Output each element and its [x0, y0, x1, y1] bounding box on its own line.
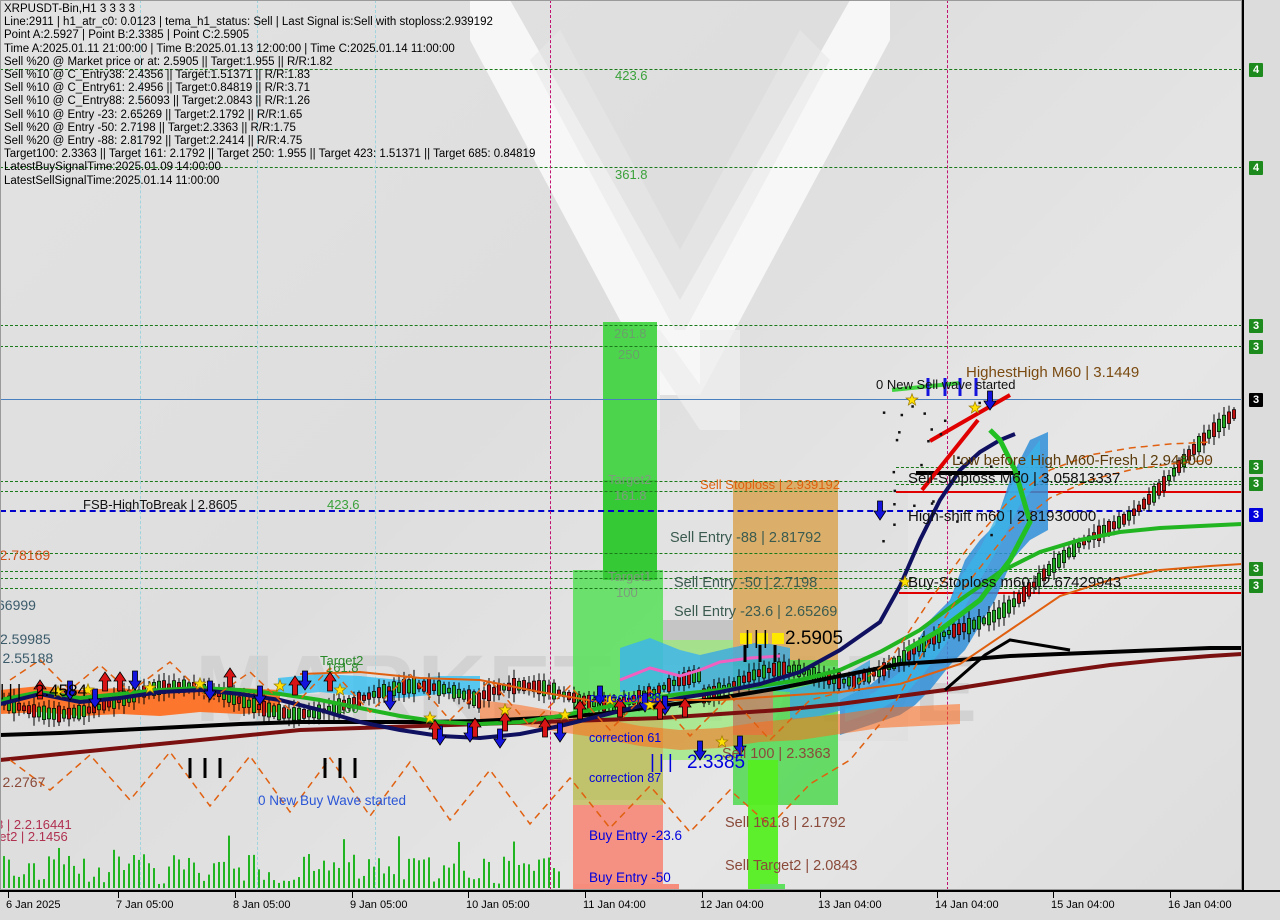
time-axis-label: 7 Jan 05:00: [116, 899, 174, 911]
time-tick-mark: [1170, 892, 1171, 898]
tick-glyphs-c: |||: [745, 628, 772, 649]
time-tick-mark: [937, 892, 938, 898]
time-axis-label: 11 Jan 04:00: [583, 899, 646, 911]
clipped-price-255188: | 2.55188: [2, 650, 54, 666]
fib-label-3618-top: 361.8: [615, 167, 648, 182]
fib-label-2618: 261.8: [614, 326, 647, 341]
tick-glyphs-b: |||: [650, 752, 677, 773]
header-line-3: Point A:2.5927 | Point B:2.3385 | Point …: [4, 29, 250, 42]
fib-label-250: 250: [618, 347, 640, 362]
fib-label-4236-top: 423.6: [615, 68, 648, 83]
level-label-sell-entry-236: Sell Entry -23.6 | 2.65269: [674, 604, 838, 620]
level-label-sell-entry-50: Sell Entry -50 | 2.7198: [674, 575, 818, 591]
header-line-13: LatestBuySignalTime:2025.01.09 14:00:00: [4, 161, 221, 174]
level-label-sell-1618: Sell 161.8 | 2.1792: [725, 815, 846, 831]
annotation-price-c: 2.5905: [785, 628, 844, 649]
level-label-buy-entry-236: Buy Entry -23.6: [589, 828, 683, 843]
header-line-4: Time A:2025.01.11 21:00:00 | Time B:2025…: [4, 42, 455, 55]
clipped-price-21456: get2 | 2.1456: [0, 829, 68, 844]
clipped-price-24584: 2.4584: [35, 681, 87, 700]
time-axis-label: 9 Jan 05:00: [350, 899, 408, 911]
header-line-14: LatestSellSignalTime:2025.01.14 11:00:00: [4, 174, 220, 187]
fib-label-target1: Target1: [608, 569, 652, 584]
price-tag-3-a: 3: [1249, 319, 1264, 333]
annotation-new-sell-wave: 0 New Sell wave started: [876, 377, 1016, 392]
level-label-high-shift-m60: High-shift m60 | 2.81930000: [908, 508, 1097, 525]
fib-label-100: 100: [616, 585, 638, 600]
header-line-11: Sell %20 @ Entry -88: 2.81792 || Target:…: [4, 135, 303, 148]
header-line-6: Sell %10 @ C_Entry38: 2.4356 || Target:1…: [4, 69, 310, 82]
header-line-5: Sell %20 @ Market price or at: 2.5905 ||…: [4, 55, 333, 68]
fib-label-target2: Target2: [608, 472, 652, 487]
level-label-sell-target2: Sell Target2 | 2.0843: [725, 858, 858, 874]
header-line-10: Sell %20 @ Entry -50: 2.7198 || Target:2…: [4, 121, 296, 134]
header-line-9: Sell %10 @ Entry -23: 2.65269 || Target:…: [4, 108, 303, 121]
header-line-12: Target100: 2.3363 || Target 161: 2.1792 …: [4, 148, 536, 161]
fib-label-1618: 161.8: [614, 488, 647, 503]
fib-label-100-left: 100: [337, 701, 359, 716]
time-tick-mark: [118, 892, 119, 898]
chart-screenshot: MARKET TRADE: [0, 0, 1280, 920]
price-axis[interactable]: 4 4 3 3 3 3 3 3 3 3: [1242, 0, 1280, 890]
price-tag-3-f: 3: [1249, 508, 1264, 522]
level-label-sell-entry-88: Sell Entry -88 | 2.81792: [670, 530, 822, 546]
price-tag-3-g: 3: [1249, 562, 1264, 576]
clipped-price-259985: 2.59985: [0, 631, 51, 647]
time-tick-mark: [8, 892, 9, 898]
tick-glyphs-a: |||: [0, 681, 26, 700]
fib-label-4236-left: 423.6: [327, 497, 360, 512]
time-tick-mark: [702, 892, 703, 898]
header-line-2: Line:2911 | h1_atr_c0: 0.0123 | tema_h1_…: [4, 16, 493, 29]
price-tag-4-a: 4: [1249, 63, 1264, 77]
header-line-7: Sell %10 @ C_Entry61: 2.4956 || Target:0…: [4, 82, 310, 95]
header-line-8: Sell %10 @ C_Entry88: 2.56093 || Target:…: [4, 95, 310, 108]
annotation-price-b: 2.3385: [687, 752, 746, 773]
time-tick-mark: [235, 892, 236, 898]
price-tag-3-e: 3: [1249, 477, 1264, 491]
level-label-sell-stoploss: Sell Stoploss | 2.939192: [700, 477, 840, 492]
clipped-price-278169: | 2.78169: [0, 547, 51, 563]
time-tick-mark: [352, 892, 353, 898]
price-tag-3-b: 3: [1249, 340, 1264, 354]
time-tick-mark: [468, 892, 469, 898]
fib-label-1618-left: 161.8: [326, 660, 359, 675]
level-label-correction-38: correction 38: [589, 691, 662, 705]
level-label-lowbeforehigh: Low before High M60-Fresh | 2.946000: [952, 452, 1213, 469]
price-tag-3-h: 3: [1249, 579, 1264, 593]
time-axis-label: 15 Jan 04:00: [1051, 899, 1115, 911]
level-label-buy-stoploss-m60: Buy-Stoploss m60 | 2.67429943: [908, 574, 1122, 591]
time-axis-label: 8 Jan 05:00: [233, 899, 291, 911]
level-label-buy-entry-50: Buy Entry -50: [589, 870, 671, 885]
time-axis-label: 10 Jan 05:00: [466, 899, 530, 911]
time-tick-mark: [1053, 892, 1054, 898]
level-label-correction-61: correction 61: [589, 731, 662, 745]
clipped-price-22767: | 2.2767: [2, 774, 46, 790]
time-axis-label: 13 Jan 04:00: [818, 899, 882, 911]
time-axis[interactable]: 6 Jan 2025 7 Jan 05:00 8 Jan 05:00 9 Jan 05…: [0, 890, 1280, 920]
header-line-1: XRPUSDT-Bin,H1 3 3 3 3: [4, 3, 136, 15]
time-tick-mark: [585, 892, 586, 898]
price-tag-4-b: 4: [1249, 161, 1264, 175]
price-tag-3-d: 3: [1249, 460, 1264, 474]
level-label-fsb-hightobreak: FSB-HighToBreak | 2.8605: [83, 497, 238, 512]
annotation-new-buy-wave: 0 New Buy Wave started: [258, 793, 407, 808]
chart-info-header: XRPUSDT-Bin,H1 3 3 3 3 Line:2911 | h1_at…: [4, 3, 535, 188]
price-tag-3-c: 3: [1249, 393, 1264, 407]
clipped-price-66999: 66999: [0, 597, 36, 613]
time-axis-label: 16 Jan 04:00: [1168, 899, 1232, 911]
level-label-sell-stoploss-m60: Sell-Stoploss M60 | 3.05813337: [908, 470, 1121, 487]
time-axis-label: 14 Jan 04:00: [935, 899, 999, 911]
time-tick-mark: [820, 892, 821, 898]
time-axis-label: 12 Jan 04:00: [700, 899, 764, 911]
chart-plot-area[interactable]: MARKET TRADE: [0, 0, 1242, 890]
level-label-correction-87: correction 87: [589, 771, 662, 785]
time-axis-label: 6 Jan 2025: [6, 899, 61, 911]
